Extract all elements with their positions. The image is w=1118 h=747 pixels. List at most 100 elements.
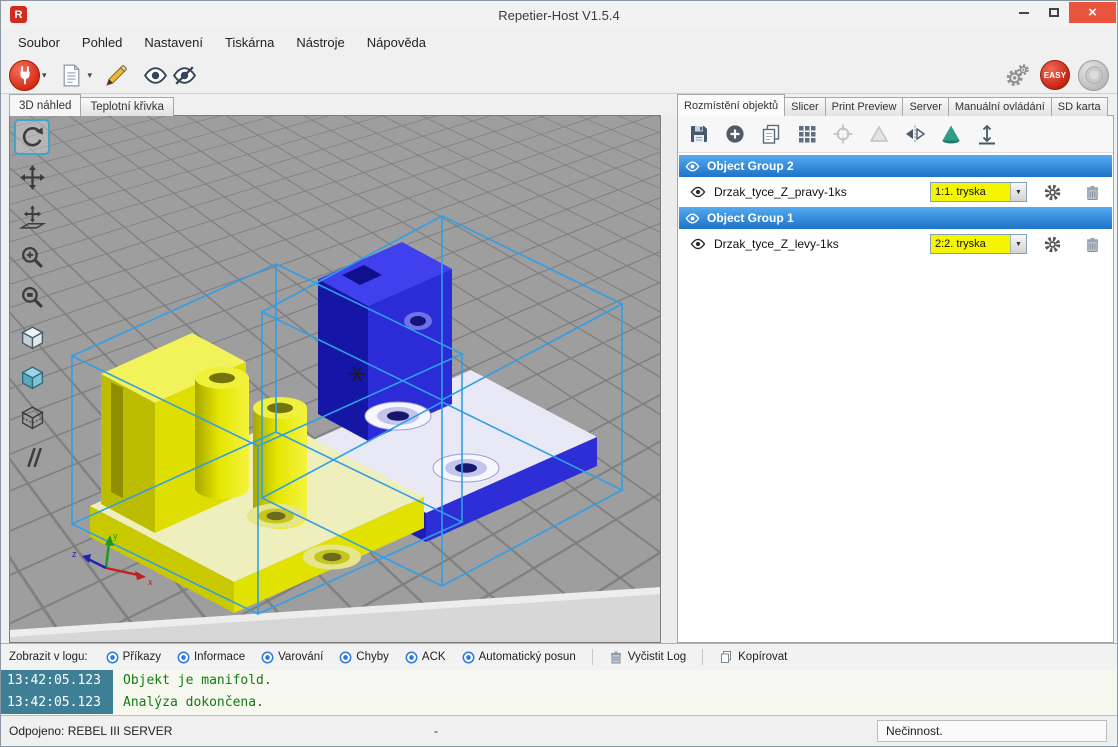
3d-viewport[interactable]: x y z [9,115,661,643]
radio-dot-icon [177,651,190,664]
move-view-icon [19,164,46,191]
center-object-button[interactable] [828,120,857,148]
visibility-eye-icon[interactable] [690,236,706,252]
show-filament-button[interactable] [141,61,170,90]
trash-icon [609,650,623,664]
filter-ack[interactable]: ACK [397,647,454,668]
delete-object-trash-icon[interactable] [1084,236,1101,253]
tab-3d-view[interactable]: 3D náhled [9,94,81,116]
object-row[interactable]: Drzak_tyce_Z_levy-1ks 2:2. tryska ▼ [678,230,1113,258]
tab-server[interactable]: Server [902,97,948,116]
object-placement-panel: Object Group 2 Drzak_tyce_Z_pravy-1ks 1:… [677,115,1114,643]
axis-x-label: x [148,577,153,587]
tab-manual-control[interactable]: Manuální ovládání [948,97,1052,116]
view-wireframe-button[interactable] [14,399,50,435]
group-label: Object Group 2 [707,159,794,173]
clear-log-button[interactable]: Vyčistit Log [601,647,694,668]
parallel-lines-icon [19,444,46,471]
visibility-eye-icon[interactable] [685,159,700,174]
log-filter-label: Zobrazit v logu: [9,651,88,663]
radio-dot-icon [261,651,274,664]
lay-flat-button[interactable] [936,120,965,148]
tab-temperature-curve[interactable]: Teplotní křivka [80,97,174,116]
toggle-perspective-button[interactable] [14,439,50,475]
menu-nastaveni[interactable]: Nastavení [133,29,214,57]
easy-mode-button[interactable]: EASY [1040,60,1070,90]
scale-object-button[interactable] [864,120,893,148]
menu-pohled[interactable]: Pohled [71,29,133,57]
save-job-button[interactable] [684,120,713,148]
rotate-view-icon [19,124,46,151]
close-button[interactable]: × [1069,2,1116,23]
panel-splitter[interactable] [662,115,677,643]
tab-print-preview[interactable]: Print Preview [825,97,904,116]
hide-travel-button[interactable] [170,61,199,90]
move-view-button[interactable] [14,159,50,195]
cube-view-icon [19,324,46,351]
filter-label: Chyby [356,651,389,663]
copy-objects-button[interactable] [756,120,785,148]
delete-object-trash-icon[interactable] [1084,184,1101,201]
filter-errors[interactable]: Chyby [331,647,397,668]
autoposition-icon [796,123,818,145]
extruder-select[interactable]: 1:1. tryska ▼ [930,182,1027,202]
minimize-icon [1019,12,1029,14]
autoposition-button[interactable] [792,120,821,148]
combo-arrow-icon[interactable]: ▼ [1010,235,1026,253]
maximize-button[interactable] [1039,2,1069,23]
object-settings-gear-icon[interactable] [1043,235,1062,254]
emergency-stop-button[interactable] [1078,60,1109,91]
menu-tiskarna[interactable]: Tiskárna [214,29,285,57]
load-object-button[interactable] [57,61,86,90]
menu-nastroje[interactable]: Nástroje [285,29,355,57]
app-window: R Repetier-Host V1.5.4 × Soubor Pohled N… [0,0,1118,747]
view-isometric-button[interactable] [14,359,50,395]
rotate-view-button[interactable] [14,119,50,155]
group-label: Object Group 1 [707,211,794,225]
view-front-button[interactable] [14,319,50,355]
visibility-eye-icon[interactable] [690,184,706,200]
emergency-stop-icon [1084,65,1104,85]
connect-dropdown-caret[interactable]: ▾ [42,70,47,81]
edit-object-button[interactable] [102,61,131,90]
combo-arrow-icon[interactable]: ▼ [1010,183,1026,201]
zoom-fit-button[interactable] [14,279,50,315]
right-tabs: Rozmístění objektů Slicer Print Preview … [677,94,1107,116]
move-object-button[interactable] [14,199,50,235]
lay-flat-cone-icon [940,123,962,145]
log-filter-bar: Zobrazit v logu: Příkazy Informace Varov… [1,643,1117,670]
filter-label: Příkazy [123,651,161,663]
object-group-header[interactable]: Object Group 1 [679,207,1112,229]
copy-log-button[interactable]: Kopírovat [711,647,795,668]
tab-sd-card[interactable]: SD karta [1051,97,1108,116]
extruder-select[interactable]: 2:2. tryska ▼ [930,234,1027,254]
log-row: 13:42:05.123 Analýza dokončena. [1,692,1117,714]
mirror-object-button[interactable] [900,120,929,148]
add-object-button[interactable] [720,120,749,148]
add-object-icon [724,123,746,145]
object-row[interactable]: Drzak_tyce_Z_pravy-1ks 1:1. tryska ▼ [678,178,1113,206]
menu-napoveda[interactable]: Nápověda [356,29,437,57]
object-settings-gear-icon[interactable] [1043,183,1062,202]
filter-warnings[interactable]: Varování [253,647,331,668]
visibility-eye-icon[interactable] [685,211,700,226]
load-dropdown-caret[interactable]: ▾ [88,70,93,81]
measure-object-button[interactable] [972,120,1001,148]
tab-object-placement[interactable]: Rozmístění objektů [677,94,785,116]
printer-settings-button[interactable] [1003,61,1032,90]
menu-soubor[interactable]: Soubor [7,29,71,57]
filter-commands[interactable]: Příkazy [98,647,169,668]
move-object-icon [19,204,46,231]
minimize-button[interactable] [1009,2,1039,23]
tab-slicer[interactable]: Slicer [784,97,826,116]
menubar: Soubor Pohled Nastavení Tiskárna Nástroj… [1,29,1117,57]
object-list: Object Group 2 Drzak_tyce_Z_pravy-1ks 1:… [678,154,1113,642]
filter-autoscroll[interactable]: Automatický posun [454,647,584,668]
window-title: Repetier-Host V1.5.4 [1,1,1117,29]
connect-button[interactable] [9,60,40,91]
filter-information[interactable]: Informace [169,647,253,668]
object-group-header[interactable]: Object Group 2 [679,155,1112,177]
log-timestamp: 13:42:05.123 [1,670,113,692]
extruder-value: 1:1. tryska [931,183,1010,201]
zoom-in-button[interactable] [14,239,50,275]
